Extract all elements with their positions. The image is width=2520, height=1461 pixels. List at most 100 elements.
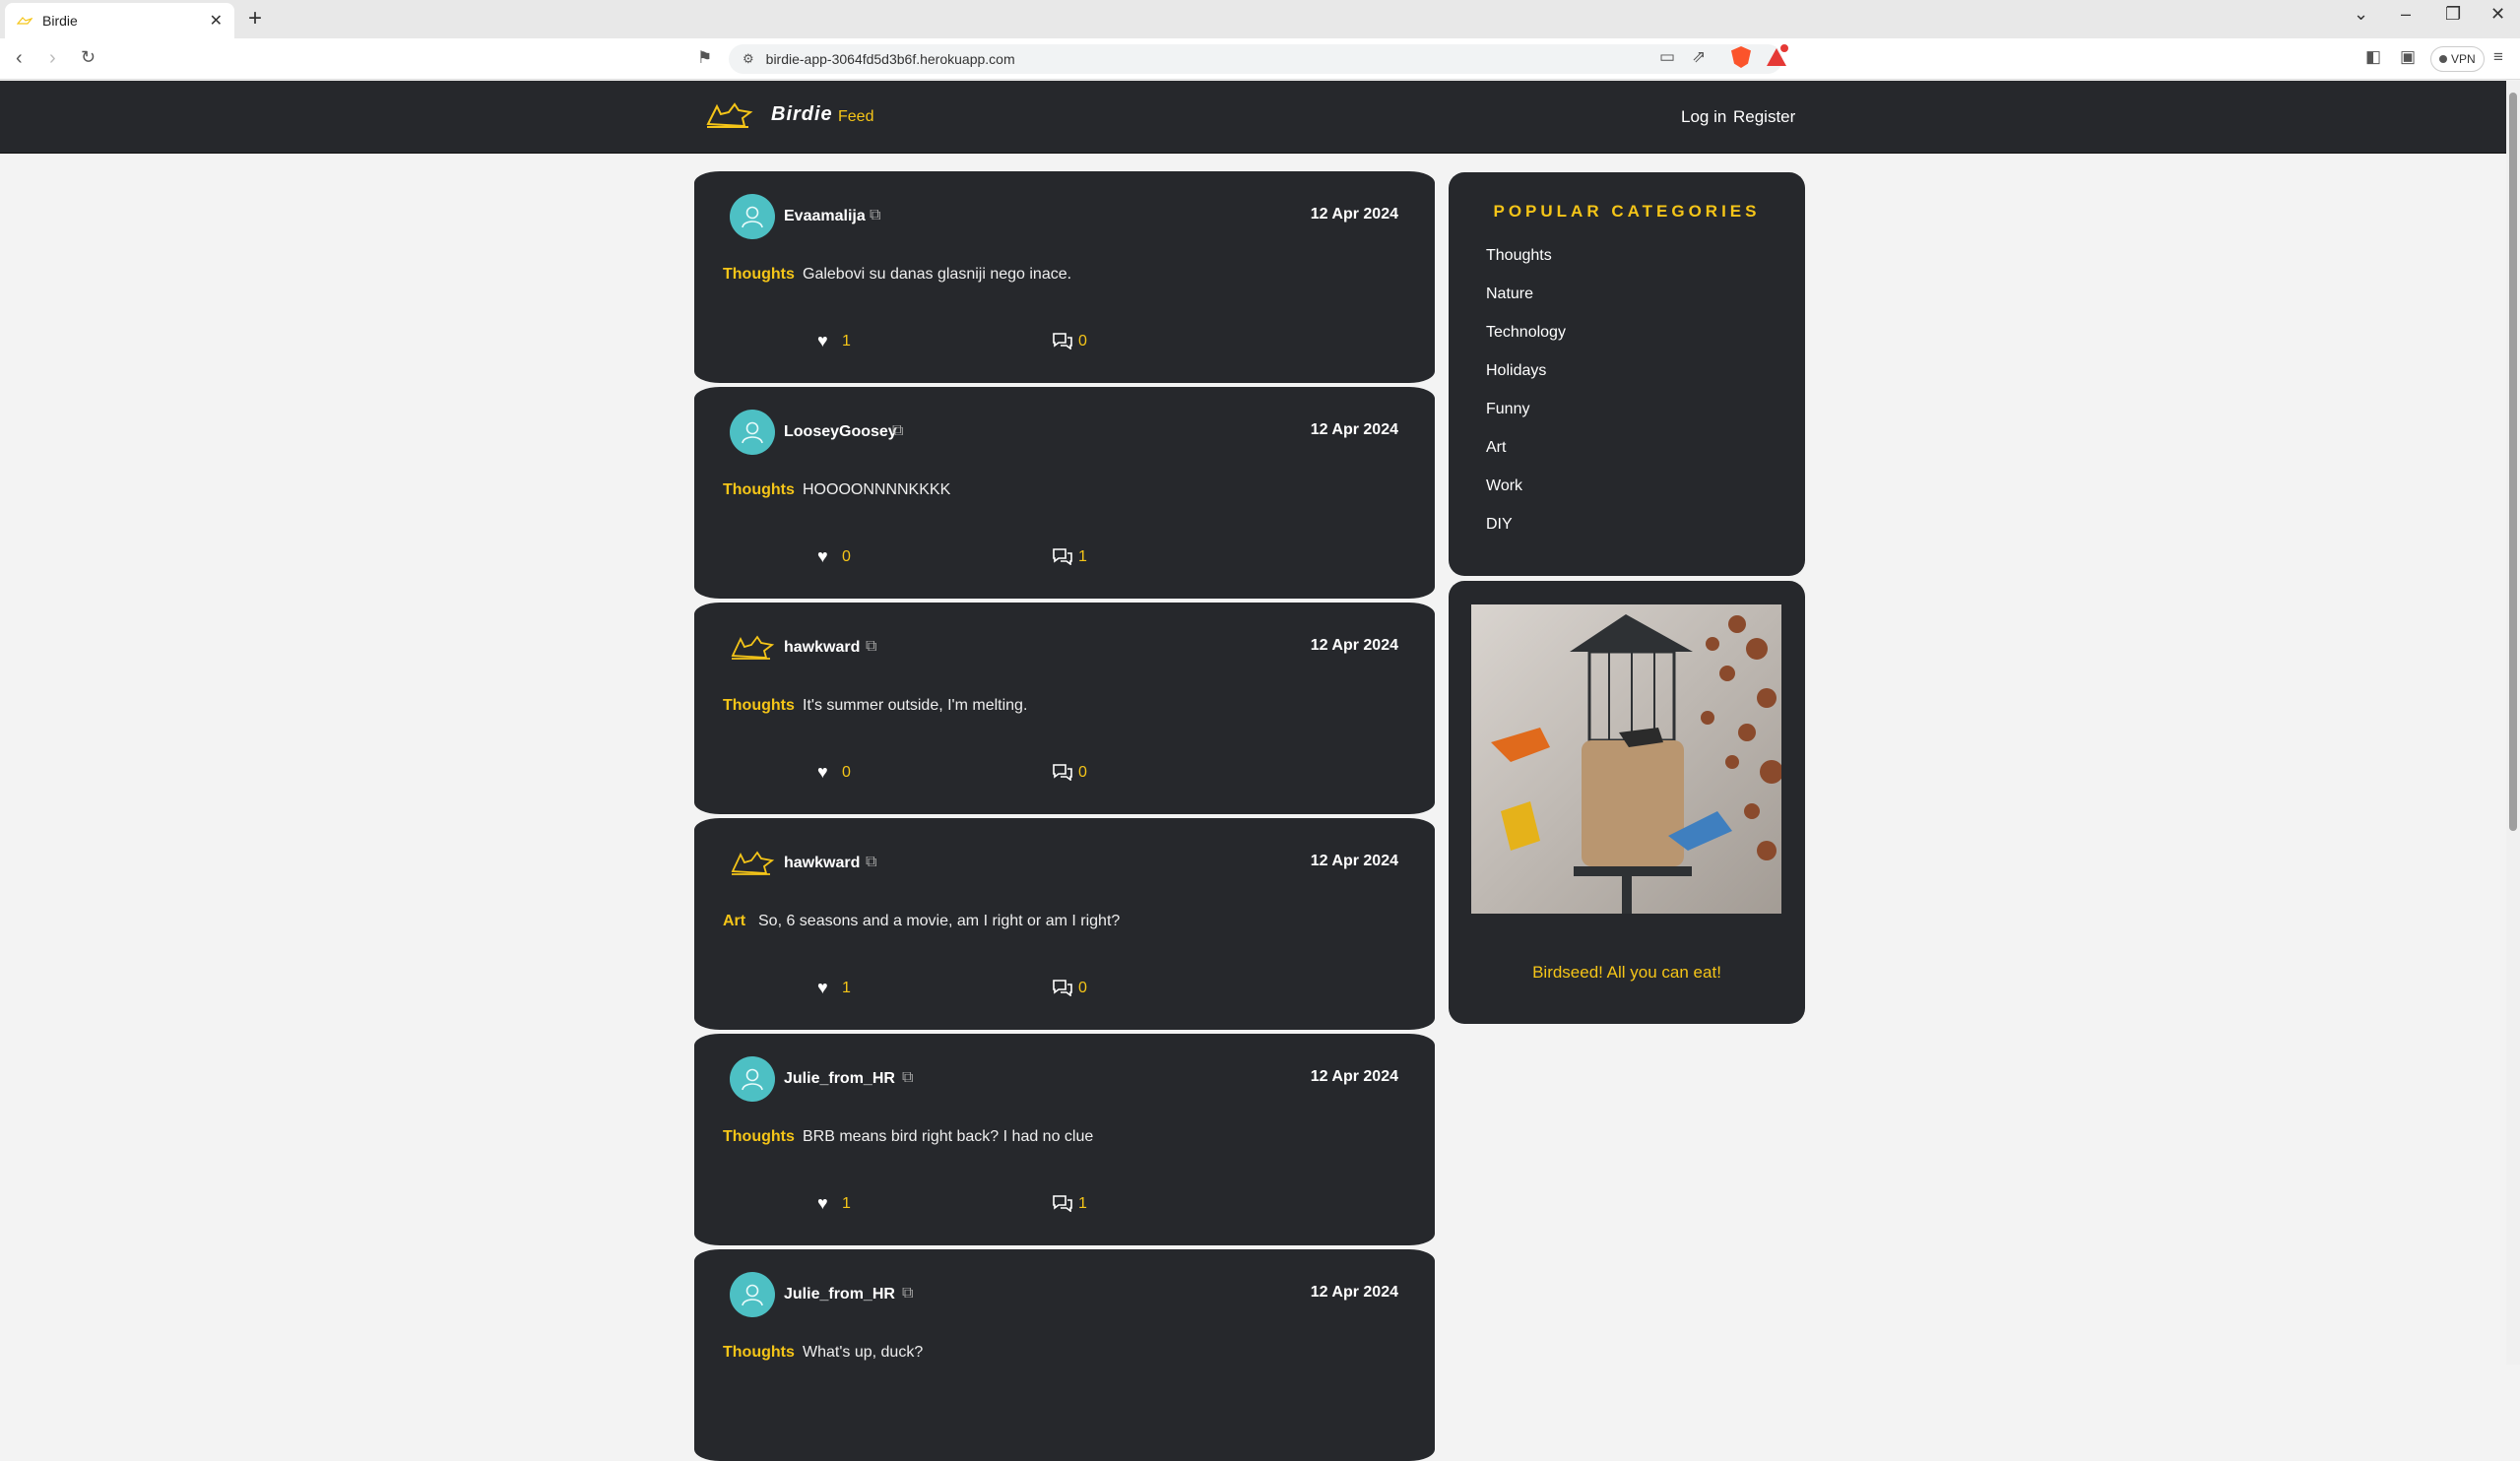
birdie-logo-icon[interactable] — [705, 96, 754, 132]
bird-icon[interactable] — [730, 630, 775, 664]
tab-list-chevron-icon[interactable]: ⌄ — [2354, 4, 2368, 25]
back-icon[interactable]: ‹ — [16, 47, 23, 70]
nav-link-register[interactable]: Register — [1733, 107, 1795, 127]
sidebar-icon[interactable]: ◧ — [2365, 47, 2381, 67]
browser-toolbar: ‹ › ↻ ⚑ ⚙ birdie-app-3064fd5d3b6f.heroku… — [0, 38, 2520, 80]
avatar[interactable] — [730, 1272, 775, 1317]
ad-card: Birdseed! All you can eat! — [1449, 581, 1805, 1024]
post-category[interactable]: Thoughts — [723, 1344, 795, 1362]
post-category[interactable]: Thoughts — [723, 1128, 795, 1146]
external-link-icon[interactable]: ⧉ — [902, 1285, 913, 1302]
share-icon[interactable]: ⇗ — [1692, 47, 1706, 67]
post-content: HOOOONNNNKKKK — [803, 481, 951, 498]
post-username[interactable]: hawkward — [784, 639, 860, 657]
browser-tab-strip: Birdie ✕ + ⌄ – ❐ ✕ — [0, 0, 2520, 38]
heart-icon[interactable]: ♥ — [817, 546, 828, 567]
person-icon — [742, 206, 763, 228]
external-link-icon[interactable]: ⧉ — [902, 1069, 913, 1087]
menu-icon[interactable]: ≡ — [2493, 47, 2503, 67]
cast-icon[interactable]: ▭ — [1659, 47, 1675, 67]
rewards-badge — [1779, 43, 1789, 53]
post-category[interactable]: Art — [723, 913, 745, 930]
post-username[interactable]: Evaamalija — [784, 208, 866, 225]
avatar[interactable] — [730, 410, 775, 455]
bookmark-icon[interactable]: ⚑ — [697, 48, 712, 68]
post-username[interactable]: hawkward — [784, 855, 860, 872]
page-scrollbar[interactable] — [2506, 81, 2520, 1365]
category-link[interactable]: DIY — [1486, 515, 1566, 553]
close-window-icon[interactable]: ✕ — [2490, 4, 2505, 25]
comment-icon[interactable] — [1052, 763, 1073, 781]
avatar[interactable] — [730, 194, 775, 239]
external-link-icon[interactable]: ⧉ — [870, 207, 880, 224]
person-icon — [742, 1068, 763, 1091]
reload-icon[interactable]: ↻ — [81, 47, 96, 68]
tab-title: Birdie — [42, 13, 78, 29]
post-card: LooseyGoosey ⧉ 12 Apr 2024 Thoughts HOOO… — [694, 387, 1435, 599]
post-content: Galebovi su danas glasniji nego inace. — [803, 266, 1072, 283]
ad-text[interactable]: Birdseed! All you can eat! — [1449, 963, 1805, 983]
heart-icon[interactable]: ♥ — [817, 1193, 828, 1214]
vpn-button[interactable]: VPN — [2430, 46, 2485, 72]
scrollbar-thumb[interactable] — [2509, 93, 2517, 831]
bird-icon[interactable] — [730, 846, 775, 879]
comment-icon[interactable] — [1052, 547, 1073, 565]
minimize-icon[interactable]: – — [2401, 4, 2411, 25]
comment-icon[interactable] — [1052, 979, 1073, 996]
comment-icon[interactable] — [1052, 1194, 1073, 1212]
site-info-icon[interactable]: ⚙ — [743, 51, 754, 67]
post-category[interactable]: Thoughts — [723, 697, 795, 715]
popular-categories-title: POPULAR CATEGORIES — [1493, 202, 1761, 221]
heart-icon[interactable]: ♥ — [817, 978, 828, 998]
post-username[interactable]: Julie_from_HR — [784, 1286, 895, 1303]
category-link[interactable]: Thoughts — [1486, 246, 1566, 285]
site-navbar: Birdie Feed Log in Register — [0, 81, 2506, 154]
comment-count: 0 — [1078, 980, 1087, 996]
vpn-label: VPN — [2451, 52, 2476, 66]
avatar[interactable] — [730, 1056, 775, 1102]
category-link[interactable]: Holidays — [1486, 361, 1566, 400]
post-date: 12 Apr 2024 — [1310, 853, 1398, 869]
new-tab-icon[interactable]: + — [248, 5, 262, 32]
restore-icon[interactable]: ❐ — [2445, 4, 2461, 25]
post-content: BRB means bird right back? I had no clue — [803, 1128, 1094, 1145]
vpn-status-icon — [2439, 55, 2447, 63]
external-link-icon[interactable]: ⧉ — [892, 422, 903, 440]
forward-icon[interactable]: › — [49, 47, 56, 70]
post-card: hawkward ⧉ 12 Apr 2024 Thoughts It's sum… — [694, 603, 1435, 814]
external-link-icon[interactable]: ⧉ — [866, 638, 876, 656]
comment-icon[interactable] — [1052, 332, 1073, 349]
bird-feeder-image — [1471, 604, 1781, 914]
wallet-icon[interactable]: ▣ — [2400, 47, 2416, 67]
comment-count: 0 — [1078, 333, 1087, 349]
popular-categories-card: POPULAR CATEGORIES Thoughts Nature Techn… — [1449, 172, 1805, 576]
address-bar[interactable]: ⚙ birdie-app-3064fd5d3b6f.herokuapp.com — [729, 44, 1782, 74]
category-list: Thoughts Nature Technology Holidays Funn… — [1486, 246, 1566, 553]
like-count: 0 — [842, 764, 851, 781]
category-link[interactable]: Funny — [1486, 400, 1566, 438]
tab-close-icon[interactable]: ✕ — [210, 11, 223, 31]
post-card: hawkward ⧉ 12 Apr 2024 Art So, 6 seasons… — [694, 818, 1435, 1030]
category-link[interactable]: Nature — [1486, 285, 1566, 323]
post-username[interactable]: LooseyGoosey — [784, 423, 897, 441]
post-category[interactable]: Thoughts — [723, 266, 795, 284]
nav-link-feed[interactable]: Feed — [838, 108, 873, 126]
person-icon — [742, 421, 763, 444]
like-count: 0 — [842, 548, 851, 565]
post-date: 12 Apr 2024 — [1310, 637, 1398, 654]
post-date: 12 Apr 2024 — [1310, 1068, 1398, 1085]
external-link-icon[interactable]: ⧉ — [866, 854, 876, 871]
like-count: 1 — [842, 333, 851, 349]
url-text: birdie-app-3064fd5d3b6f.herokuapp.com — [765, 51, 1015, 67]
category-link[interactable]: Work — [1486, 476, 1566, 515]
post-username[interactable]: Julie_from_HR — [784, 1070, 895, 1088]
brand-name[interactable]: Birdie — [771, 103, 833, 126]
nav-link-login[interactable]: Log in — [1681, 107, 1726, 127]
category-link[interactable]: Art — [1486, 438, 1566, 476]
heart-icon[interactable]: ♥ — [817, 762, 828, 783]
category-link[interactable]: Technology — [1486, 323, 1566, 361]
like-count: 1 — [842, 1195, 851, 1212]
browser-tab[interactable]: Birdie ✕ — [5, 3, 234, 38]
post-category[interactable]: Thoughts — [723, 481, 795, 499]
heart-icon[interactable]: ♥ — [817, 331, 828, 351]
